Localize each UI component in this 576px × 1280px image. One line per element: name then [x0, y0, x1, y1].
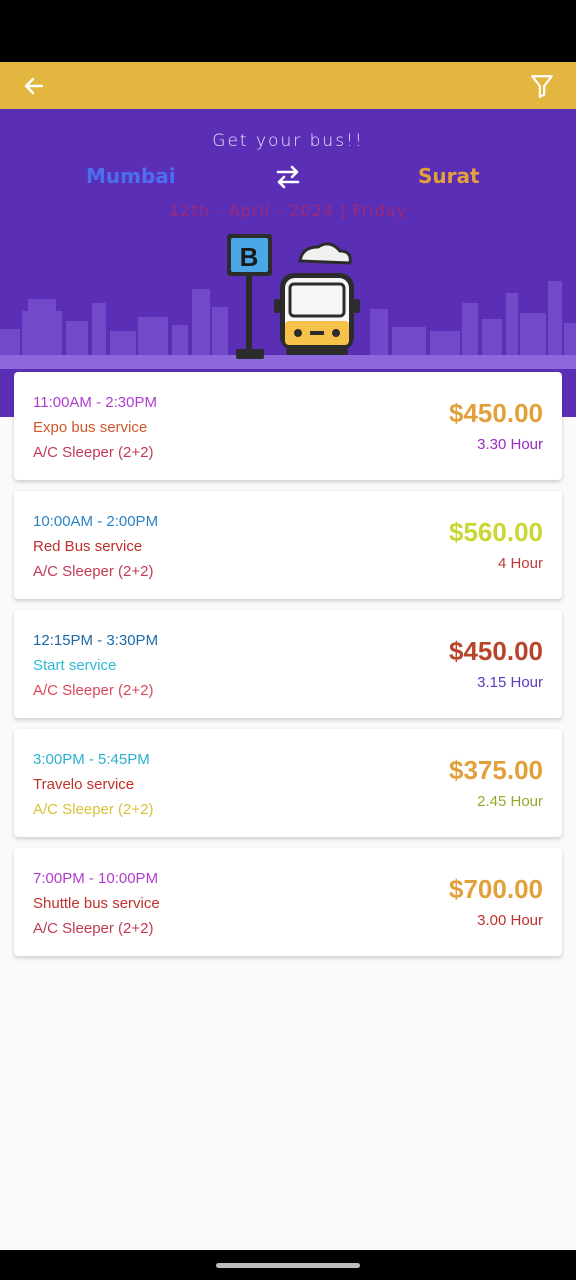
filter-button[interactable] — [526, 70, 558, 102]
travel-date: 12th - April - 2024 | Friday — [168, 201, 407, 220]
bus-time: 7:00PM - 10:00PM — [33, 870, 159, 887]
bus-name: Shuttle bus service — [33, 895, 160, 912]
bus-card[interactable]: 10:00AM - 2:00PM Red Bus service A/C Sle… — [14, 491, 562, 599]
bus-name: Travelo service — [33, 776, 135, 793]
bus-time: 11:00AM - 2:30PM — [33, 394, 157, 411]
arrow-left-icon — [24, 77, 44, 95]
bus-duration: 4 Hour — [497, 555, 543, 572]
hero-banner: Get your bus!! Mumbai Surat 12th - April… — [0, 109, 576, 417]
bus-price: $450.00 — [449, 636, 543, 666]
bus-name: Expo bus service — [33, 419, 148, 436]
bus-time: 10:00AM - 2:00PM — [33, 513, 159, 530]
bus-type: A/C Sleeper (2+2) — [33, 563, 154, 580]
bus-list: 11:00AM - 2:30PM Expo bus service A/C Sl… — [14, 372, 562, 967]
bus-name: Red Bus service — [33, 538, 143, 555]
back-button[interactable] — [18, 70, 50, 102]
bus-type: A/C Sleeper (2+2) — [33, 682, 154, 699]
bus-time: 3:00PM - 5:45PM — [33, 751, 150, 768]
bus-duration: 3.15 Hour — [477, 674, 543, 691]
bus-time: 12:15PM - 3:30PM — [33, 632, 159, 649]
bus-price: $700.00 — [449, 874, 543, 904]
app-bar — [0, 62, 576, 109]
bus-card[interactable]: 3:00PM - 5:45PM Travelo service A/C Slee… — [14, 729, 562, 837]
bus-card[interactable]: 12:15PM - 3:30PM Start service A/C Sleep… — [14, 610, 562, 718]
bus-type: A/C Sleeper (2+2) — [33, 444, 154, 461]
bus-name: Start service — [33, 657, 117, 674]
status-bar — [0, 0, 576, 62]
from-city[interactable]: Mumbai — [86, 164, 176, 188]
hero-tagline: Get your bus!! — [212, 131, 364, 151]
bus-duration: 3.00 Hour — [477, 912, 543, 929]
bus-type: A/C Sleeper (2+2) — [33, 920, 154, 937]
bus-duration: 2.45 Hour — [477, 793, 543, 810]
to-city[interactable]: Surat — [418, 164, 480, 188]
bus-price: $560.00 — [449, 517, 543, 547]
bus-duration: 3.30 Hour — [477, 436, 543, 453]
swap-arrows-icon — [276, 165, 300, 189]
bus-card[interactable]: 7:00PM - 10:00PM Shuttle bus service A/C… — [14, 848, 562, 956]
bus-type: A/C Sleeper (2+2) — [33, 801, 154, 818]
filter-icon — [531, 75, 553, 98]
bus-stop-illustration: B — [227, 234, 360, 359]
svg-text:B: B — [240, 242, 259, 272]
bus-price: $375.00 — [449, 755, 543, 785]
home-gesture-handle[interactable] — [216, 1263, 360, 1268]
system-nav-bar — [0, 1250, 576, 1280]
bus-price: $450.00 — [449, 398, 543, 428]
bus-card[interactable]: 11:00AM - 2:30PM Expo bus service A/C Sl… — [14, 372, 562, 480]
swap-button[interactable] — [272, 163, 304, 191]
